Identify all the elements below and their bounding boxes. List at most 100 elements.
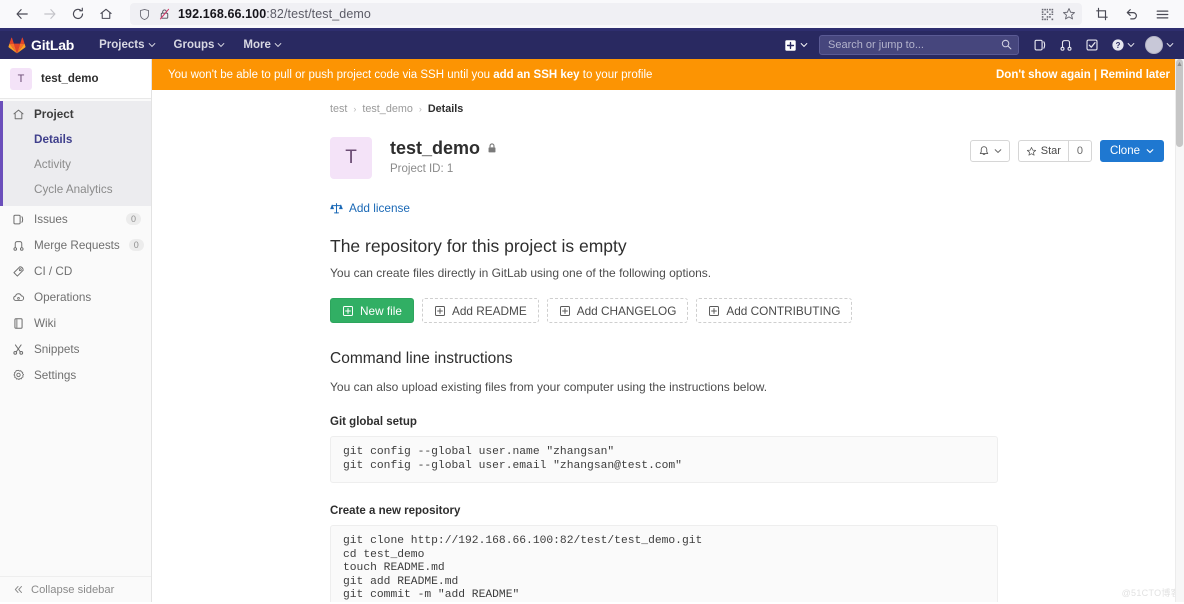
add-ssh-key-link[interactable]: add an SSH key xyxy=(493,69,579,81)
navbar-help-dropdown[interactable]: ? xyxy=(1105,38,1139,52)
page-title: test_demo xyxy=(390,138,498,159)
svg-text:?: ? xyxy=(1116,41,1121,50)
sidebar-item-cycle-analytics[interactable]: Cycle Analytics xyxy=(3,177,151,202)
gitlab-brand-text: GitLab xyxy=(31,37,75,53)
home-icon xyxy=(12,108,25,121)
breadcrumb-item-group[interactable]: test xyxy=(330,103,347,115)
notification-dropdown-button[interactable] xyxy=(969,140,1010,162)
merge-request-icon xyxy=(12,239,25,252)
sidebar-item-settings[interactable]: Settings xyxy=(0,362,151,388)
sidebar-item-snippets-label: Snippets xyxy=(34,342,80,356)
new-item-dropdown[interactable] xyxy=(777,33,815,57)
star-outline-icon[interactable] xyxy=(1062,7,1076,21)
navbar-item-more[interactable]: More xyxy=(234,31,290,59)
lock-icon xyxy=(488,143,496,153)
cli-section-label-new-repository: Create a new repository xyxy=(330,505,461,518)
undo-button[interactable] xyxy=(1118,2,1146,26)
sidebar-item-ci-cd[interactable]: CI / CD xyxy=(0,258,151,284)
ssh-banner-actions[interactable]: Don't show again | Remind later xyxy=(996,69,1170,81)
home-icon xyxy=(100,8,112,19)
navbar-todos-button[interactable] xyxy=(1079,31,1105,59)
collapse-sidebar-button[interactable]: Collapse sidebar xyxy=(0,576,151,602)
navbar-search[interactable] xyxy=(819,35,1019,55)
project-header-actions: Star 0 Clone xyxy=(969,137,1164,162)
navbar-item-more-label: More xyxy=(243,39,271,51)
sidebar-item-activity[interactable]: Activity xyxy=(3,152,151,177)
sidebar-item-merge-requests[interactable]: Merge Requests 0 xyxy=(0,232,151,258)
scroll-up-arrow[interactable]: ▲ xyxy=(1175,59,1184,69)
sidebar-item-snippets[interactable]: Snippets xyxy=(0,336,151,362)
qr-code-icon[interactable] xyxy=(1041,8,1054,21)
star-button-group: Star 0 xyxy=(1017,140,1092,162)
page-scrollbar[interactable] xyxy=(1175,59,1184,602)
plus-square-icon xyxy=(434,305,445,316)
sidebar-group-project: Project Details Activity Cycle Analytics xyxy=(0,101,151,206)
ssh-banner-text: You won't be able to pull or push projec… xyxy=(168,69,652,81)
scrollbar-thumb[interactable] xyxy=(1176,59,1183,147)
reload-button[interactable] xyxy=(64,2,92,26)
cloud-icon xyxy=(12,291,25,304)
navbar-item-groups[interactable]: Groups xyxy=(165,31,235,59)
home-button[interactable] xyxy=(92,2,120,26)
arrow-right-icon xyxy=(44,9,56,19)
ssh-key-banner: You won't be able to pull or push projec… xyxy=(152,59,1184,90)
add-license-row[interactable]: Add license xyxy=(330,201,1164,215)
scissors-icon xyxy=(12,343,25,356)
issues-icon xyxy=(1034,39,1046,51)
lock-slash-icon xyxy=(159,8,170,20)
question-circle-icon: ? xyxy=(1112,39,1124,51)
forward-button[interactable] xyxy=(36,2,64,26)
add-readme-button[interactable]: Add README xyxy=(421,298,539,323)
sidebar-item-wiki-label: Wiki xyxy=(34,316,57,330)
sidebar-item-operations-label: Operations xyxy=(34,290,92,304)
gitlab-tanuki-icon xyxy=(8,37,26,54)
url-host: 192.168.66.100 xyxy=(178,7,267,21)
star-button[interactable]: Star xyxy=(1017,140,1068,162)
chevron-down-icon xyxy=(994,149,1002,154)
navbar-item-projects[interactable]: Projects xyxy=(90,31,164,59)
empty-repo-actions: New file Add README Add CHANGELOG Add CO… xyxy=(330,298,1164,323)
app-body: T test_demo Project Details Activity Cyc… xyxy=(0,59,1184,602)
new-file-button[interactable]: New file xyxy=(330,298,414,323)
back-button[interactable] xyxy=(8,2,36,26)
search-input[interactable] xyxy=(826,38,1012,52)
screenshot-button[interactable] xyxy=(1088,2,1116,26)
cli-code-global-setup[interactable]: git config --global user.name "zhangsan"… xyxy=(330,436,998,484)
sidebar-item-details[interactable]: Details xyxy=(3,127,151,152)
sidebar-item-settings-label: Settings xyxy=(34,368,77,382)
sidebar-item-project-label: Project xyxy=(34,107,74,121)
add-contributing-label: Add CONTRIBUTING xyxy=(726,303,841,318)
sidebar-project-header[interactable]: T test_demo xyxy=(0,59,151,99)
sidebar-item-issues[interactable]: Issues 0 xyxy=(0,206,151,232)
plus-square-icon xyxy=(785,39,796,51)
add-readme-label: Add README xyxy=(451,303,527,318)
avatar xyxy=(1145,36,1163,54)
address-bar-wrapper: 192.168.66.100:82/test/test_demo xyxy=(130,3,1082,25)
navbar-issues-button[interactable] xyxy=(1027,31,1053,59)
gitlab-home-link[interactable]: GitLab xyxy=(8,36,74,54)
sidebar-item-wiki[interactable]: Wiki xyxy=(0,310,151,336)
app-menu-button[interactable] xyxy=(1148,2,1176,26)
add-license-link[interactable]: Add license xyxy=(349,201,410,215)
add-changelog-button[interactable]: Add CHANGELOG xyxy=(546,298,689,323)
url-path: :82/test/test_demo xyxy=(266,7,371,21)
address-bar[interactable]: 192.168.66.100:82/test/test_demo xyxy=(130,3,1082,25)
navbar-user-dropdown[interactable] xyxy=(1139,36,1174,54)
browser-toolbar: 192.168.66.100:82/test/test_demo xyxy=(0,0,1184,28)
empty-repo-heading: The repository for this project is empty xyxy=(330,236,627,256)
cli-code-new-repository[interactable]: git clone http://192.168.66.100:82/test/… xyxy=(330,525,998,602)
add-contributing-button[interactable]: Add CONTRIBUTING xyxy=(696,298,853,323)
todo-check-icon xyxy=(1086,39,1098,51)
breadcrumb-item-project[interactable]: test_demo xyxy=(362,103,412,115)
sidebar-project-name: test_demo xyxy=(41,72,99,85)
watermark: @51CTO博客 xyxy=(1121,588,1180,598)
navbar-merge-requests-button[interactable] xyxy=(1053,31,1079,59)
star-count: 0 xyxy=(1067,140,1092,162)
hamburger-menu-icon xyxy=(1156,9,1168,19)
project-header: T test_demo Project ID: 1 Star 0 Clone xyxy=(330,137,1164,179)
clone-dropdown-button[interactable]: Clone xyxy=(1099,140,1164,162)
sidebar-item-project[interactable]: Project xyxy=(3,101,151,127)
merge-request-icon xyxy=(1060,40,1072,51)
sidebar-item-operations[interactable]: Operations xyxy=(0,284,151,310)
ssh-banner-text-post: to your profile xyxy=(579,68,653,81)
